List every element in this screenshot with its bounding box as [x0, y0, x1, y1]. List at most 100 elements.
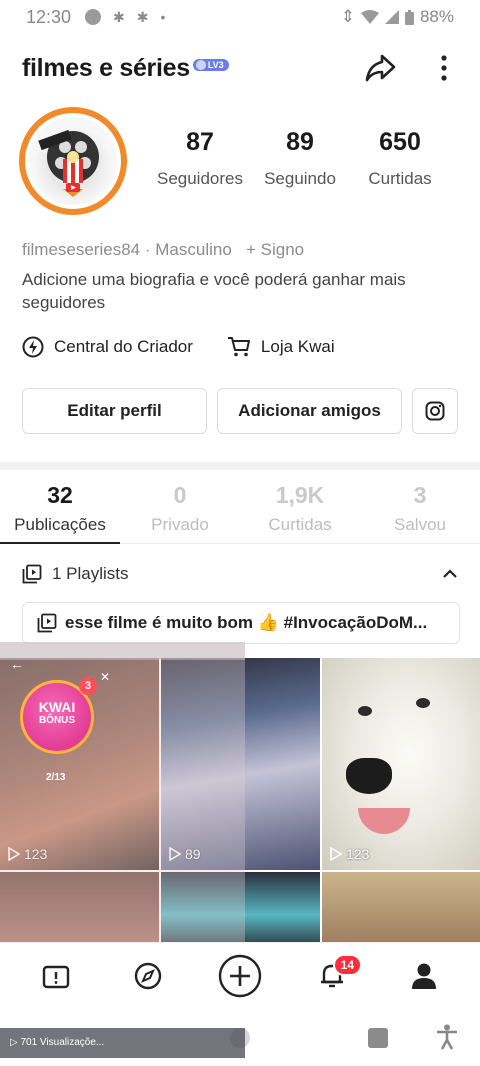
view-count: 123 [330, 846, 369, 862]
battery-level: 88% [419, 7, 454, 26]
film-reel-logo-icon [38, 129, 99, 197]
view-count-value: 123 [346, 846, 370, 862]
stat-likes-label: Curtidas [368, 169, 432, 188]
dog-eye [416, 698, 430, 708]
plus-circle-icon [218, 954, 262, 997]
video-thumbnail-4[interactable] [0, 872, 159, 950]
username: filmeseseries84 [22, 240, 141, 259]
close-icon[interactable]: ✕ [100, 670, 110, 684]
dog-tongue [358, 808, 410, 834]
profile-actions: Editar perfil Adicionar amigos [22, 388, 460, 434]
tab-posts-label: Publicações [14, 515, 106, 534]
playlist-item[interactable]: esse filme é muito bom 👍 #InvocaçãoDoM..… [22, 602, 460, 644]
battery-icon [404, 9, 414, 25]
stat-likes[interactable]: 650 Curtidas [350, 128, 450, 189]
kwai-shop-link[interactable]: Loja Kwai [227, 336, 335, 358]
playlist-icon [37, 613, 57, 633]
view-count-value: 123 [24, 846, 48, 862]
nav-notifications[interactable]: 14 [304, 948, 362, 1004]
notification-dot-icon [85, 9, 102, 25]
kwai-shop-label: Loja Kwai [260, 337, 335, 356]
add-friends-button[interactable]: Adicionar amigos [217, 388, 402, 434]
level-badge-label: LV3 [207, 60, 224, 70]
play-icon [330, 847, 342, 861]
mini-player-views-label: 701 Visualizaçõe... [20, 1037, 105, 1048]
compass-icon [134, 962, 162, 989]
video-thumbnail-6[interactable] [322, 872, 480, 950]
profile-links: Central do Criador Loja Kwai [22, 336, 369, 358]
add-sign-link[interactable]: + Signo [246, 240, 304, 259]
play-icon [8, 847, 20, 861]
mini-player-views: ▷ 701 Visualizaçõe... [0, 1028, 245, 1058]
signal-icon [384, 10, 399, 24]
stat-following[interactable]: 89 Seguindo [250, 128, 350, 189]
creator-center-label: Central do Criador [54, 337, 193, 356]
profile-name: filmes e séries [22, 53, 190, 82]
app-notification-icon: ✱ [113, 8, 125, 25]
video-thumbnail-5[interactable] [161, 872, 320, 950]
lightning-icon [22, 336, 44, 358]
user-icon [412, 963, 436, 989]
instagram-button[interactable] [412, 388, 458, 434]
system-recents-button[interactable] [368, 1028, 388, 1048]
accessibility-icon[interactable] [436, 1024, 458, 1050]
view-count: 123 [8, 846, 47, 862]
tab-posts[interactable]: 32 Publicações [0, 482, 120, 544]
tab-private-count: 0 [173, 482, 187, 508]
gem-icon [195, 60, 206, 70]
stat-likes-value: 650 [379, 128, 421, 156]
more-notifications-icon: • [160, 9, 166, 25]
tab-liked-count: 1,9K [275, 482, 325, 508]
stat-followers[interactable]: 87 Seguidores [150, 128, 250, 189]
dog-eye [358, 706, 372, 716]
bio-prompt[interactable]: Adicione uma biografia e você poderá gan… [22, 268, 462, 314]
more-options-icon[interactable] [434, 50, 454, 86]
wifi-icon [360, 10, 379, 24]
playlist-icon [22, 564, 42, 584]
playlists-header[interactable]: 1 Playlists [22, 560, 458, 588]
video-thumbnail-3[interactable]: 123 [322, 658, 480, 870]
meta-separator: · [144, 240, 151, 259]
tab-liked[interactable]: 1,9K Curtidas [240, 482, 360, 543]
tab-posts-count: 32 [47, 482, 73, 508]
nav-profile[interactable] [396, 948, 452, 1004]
floating-overlay-bar [0, 642, 245, 660]
stat-followers-label: Seguidores [156, 169, 243, 188]
play-icon [169, 847, 181, 861]
tab-saved-label: Salvou [394, 515, 446, 534]
kwai-bonus-counter: 3 [79, 677, 97, 695]
edit-profile-button[interactable]: Editar perfil [22, 388, 207, 434]
playlists-label: 1 Playlists [52, 564, 129, 583]
profile-meta: filmeseseries84 · Masculino + Signo [22, 240, 304, 260]
stat-following-label: Seguindo [264, 169, 336, 188]
back-arrow-icon[interactable]: ← [10, 656, 24, 672]
avatar[interactable] [19, 107, 127, 215]
bottom-navigation: 14 [0, 942, 480, 1008]
app-notification-icon-2: ✱ [136, 8, 149, 25]
instagram-icon [425, 401, 445, 421]
status-right: ⇕ 88% [341, 7, 454, 27]
status-time: 12:30 [26, 6, 72, 27]
share-icon[interactable] [362, 50, 398, 86]
home-icon [42, 965, 70, 988]
view-count: 89 [169, 846, 201, 862]
tab-saved[interactable]: 3 Salvou [360, 482, 480, 543]
notification-count-badge: 14 [332, 953, 362, 976]
nav-home[interactable] [28, 948, 84, 1004]
tab-liked-label: Curtidas [268, 515, 332, 534]
video-thumbnail-2[interactable]: 89 [161, 658, 320, 870]
dog-nose [346, 758, 392, 794]
level-badge[interactable]: LV3 [192, 59, 229, 71]
nav-discover[interactable] [120, 948, 176, 1004]
chevron-up-icon[interactable] [442, 569, 458, 579]
gender[interactable]: Masculino [155, 240, 232, 259]
creator-center-link[interactable]: Central do Criador [22, 336, 193, 358]
view-count-value: 89 [185, 846, 201, 862]
profile-header: filmes e séries LV3 [22, 48, 462, 88]
status-bar: 12:30 ✱ ✱ • ⇕ 88% [0, 0, 480, 34]
tab-private[interactable]: 0 Privado [120, 482, 240, 543]
kwai-bonus-badge[interactable]: KWAI BÔNUS 3 [20, 677, 97, 754]
kwai-bonus-progress: 2/13 [46, 772, 66, 783]
nav-create[interactable] [212, 948, 268, 1004]
kwai-bonus-subtitle: BÔNUS [38, 715, 76, 726]
